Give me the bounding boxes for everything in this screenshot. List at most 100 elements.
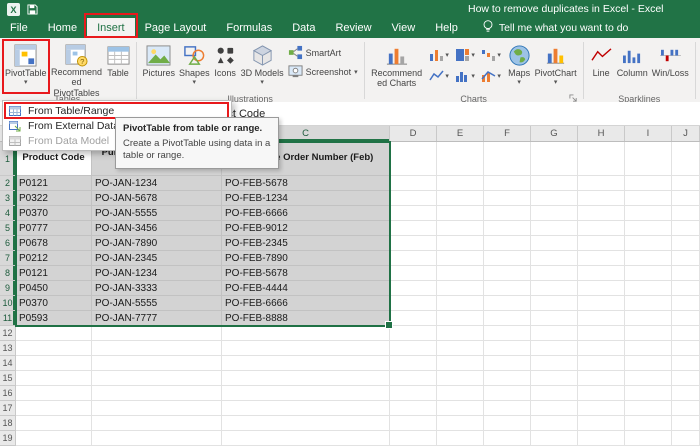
cell-J12[interactable]: [672, 326, 700, 341]
cell-I11[interactable]: [625, 311, 672, 326]
cell-D18[interactable]: [390, 416, 437, 431]
cell-F2[interactable]: [484, 176, 531, 191]
cell-C19[interactable]: [222, 431, 390, 446]
cell-D16[interactable]: [390, 386, 437, 401]
cell-G8[interactable]: [531, 266, 578, 281]
cell-E17[interactable]: [437, 401, 484, 416]
column-chart-button[interactable]: ▾: [427, 45, 452, 65]
cell-I12[interactable]: [625, 326, 672, 341]
cell-E14[interactable]: [437, 356, 484, 371]
cell-A3[interactable]: P0322: [16, 191, 92, 206]
cell-I15[interactable]: [625, 371, 672, 386]
tab-page-layout[interactable]: Page Layout: [135, 18, 217, 38]
cell-C6[interactable]: PO-FEB-2345: [222, 236, 390, 251]
smartart-button[interactable]: SmartArt: [288, 45, 358, 60]
cell-E2[interactable]: [437, 176, 484, 191]
cell-G13[interactable]: [531, 341, 578, 356]
cell-H11[interactable]: [578, 311, 625, 326]
cell-D19[interactable]: [390, 431, 437, 446]
cell-C5[interactable]: PO-FEB-9012: [222, 221, 390, 236]
cell-H2[interactable]: [578, 176, 625, 191]
cell-C8[interactable]: PO-FEB-5678: [222, 266, 390, 281]
cell-F14[interactable]: [484, 356, 531, 371]
row-header-13[interactable]: 13: [0, 341, 16, 356]
cell-J5[interactable]: [672, 221, 700, 236]
cell-G11[interactable]: [531, 311, 578, 326]
cell-J14[interactable]: [672, 356, 700, 371]
row-header-4[interactable]: 4: [0, 206, 16, 221]
cell-E11[interactable]: [437, 311, 484, 326]
cell-B18[interactable]: [92, 416, 222, 431]
cell-E7[interactable]: [437, 251, 484, 266]
cell-F8[interactable]: [484, 266, 531, 281]
cell-I5[interactable]: [625, 221, 672, 236]
cell-E12[interactable]: [437, 326, 484, 341]
cell-F12[interactable]: [484, 326, 531, 341]
cell-F6[interactable]: [484, 236, 531, 251]
cell-H7[interactable]: [578, 251, 625, 266]
cell-J11[interactable]: [672, 311, 700, 326]
row-header-16[interactable]: 16: [0, 386, 16, 401]
cell-B11[interactable]: PO-JAN-7777: [92, 311, 222, 326]
cell-C12[interactable]: [222, 326, 390, 341]
cell-I19[interactable]: [625, 431, 672, 446]
tab-insert[interactable]: Insert: [84, 13, 138, 38]
cell-B7[interactable]: PO-JAN-2345: [92, 251, 222, 266]
cell-H9[interactable]: [578, 281, 625, 296]
cell-A18[interactable]: [16, 416, 92, 431]
column-header-G[interactable]: G: [531, 126, 578, 141]
cell-D6[interactable]: [390, 236, 437, 251]
cell-D9[interactable]: [390, 281, 437, 296]
cell-D8[interactable]: [390, 266, 437, 281]
row-header-18[interactable]: 18: [0, 416, 16, 431]
cell-C14[interactable]: [222, 356, 390, 371]
line-chart-button[interactable]: ▾: [427, 66, 452, 86]
cell-A12[interactable]: [16, 326, 92, 341]
line-button[interactable]: Line: [588, 40, 615, 94]
cell-B5[interactable]: PO-JAN-3456: [92, 221, 222, 236]
cell-G9[interactable]: [531, 281, 578, 296]
menu-item-from-table-range[interactable]: From Table/Range: [3, 102, 231, 119]
cell-E10[interactable]: [437, 296, 484, 311]
cell-E16[interactable]: [437, 386, 484, 401]
cell-B9[interactable]: PO-JAN-3333: [92, 281, 222, 296]
cell-J4[interactable]: [672, 206, 700, 221]
cell-E3[interactable]: [437, 191, 484, 206]
tab-formulas[interactable]: Formulas: [216, 18, 282, 38]
cell-A7[interactable]: P0212: [16, 251, 92, 266]
cell-A2[interactable]: P0121: [16, 176, 92, 191]
cell-G3[interactable]: [531, 191, 578, 206]
cell-A13[interactable]: [16, 341, 92, 356]
save-icon[interactable]: [27, 3, 38, 15]
screenshot-button[interactable]: Screenshot ▾: [288, 64, 358, 79]
column-header-I[interactable]: I: [625, 126, 672, 141]
cell-I14[interactable]: [625, 356, 672, 371]
statistic-chart-button[interactable]: ▾: [453, 66, 478, 86]
cell-I6[interactable]: [625, 236, 672, 251]
row-header-6[interactable]: 6: [0, 236, 16, 251]
cell-B15[interactable]: [92, 371, 222, 386]
hierarchy-chart-button[interactable]: ▾: [453, 45, 478, 65]
cell-D11[interactable]: [390, 311, 437, 326]
cell-G5[interactable]: [531, 221, 578, 236]
column-header-E[interactable]: E: [437, 126, 484, 141]
cell-H5[interactable]: [578, 221, 625, 236]
cell-G17[interactable]: [531, 401, 578, 416]
cell-B13[interactable]: [92, 341, 222, 356]
cell-H14[interactable]: [578, 356, 625, 371]
cell-H17[interactable]: [578, 401, 625, 416]
cell-C13[interactable]: [222, 341, 390, 356]
row-header-8[interactable]: 8: [0, 266, 16, 281]
cell-A10[interactable]: P0370: [16, 296, 92, 311]
cell-H3[interactable]: [578, 191, 625, 206]
cell-C7[interactable]: PO-FEB-7890: [222, 251, 390, 266]
cell-F1[interactable]: [484, 142, 531, 176]
tell-me[interactable]: Tell me what you want to do: [482, 18, 628, 38]
cell-J6[interactable]: [672, 236, 700, 251]
cell-H8[interactable]: [578, 266, 625, 281]
cell-I13[interactable]: [625, 341, 672, 356]
cell-B6[interactable]: PO-JAN-7890: [92, 236, 222, 251]
row-header-7[interactable]: 7: [0, 251, 16, 266]
cell-A5[interactable]: P0777: [16, 221, 92, 236]
cell-F4[interactable]: [484, 206, 531, 221]
